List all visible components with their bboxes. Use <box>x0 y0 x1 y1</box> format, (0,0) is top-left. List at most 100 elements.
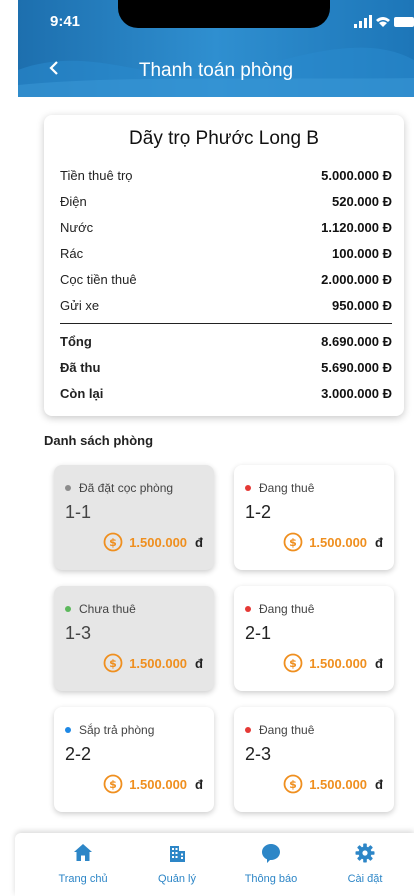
room-card[interactable]: Chưa thuê 1-3 $ 1.500.000 đ <box>54 586 214 691</box>
summary-remaining-value: 3.000.000 Đ <box>321 386 392 401</box>
room-card[interactable]: Đang thuê 2-3 $ 1.500.000 đ <box>234 707 394 812</box>
room-amount: 1.500.000 <box>309 534 368 550</box>
room-status-label: Sắp trả phòng <box>79 723 155 737</box>
svg-text:$: $ <box>289 536 297 549</box>
room-name: 2-1 <box>245 623 272 643</box>
page-title: Thanh toán phòng <box>138 60 294 81</box>
room-amount: 1.500.000 <box>129 655 188 671</box>
status-dot <box>65 727 71 733</box>
nav-label: Cài đặt <box>347 873 383 885</box>
nav-item-notifications[interactable]: Thông báo <box>231 833 311 896</box>
chat-bubble-icon <box>262 844 280 863</box>
status-dot <box>245 485 251 491</box>
summary-row: Rác 100.000 Đ <box>60 246 392 264</box>
status-dot <box>65 485 71 491</box>
svg-text:$: $ <box>109 536 117 549</box>
room-amount: 1.500.000 <box>129 534 188 550</box>
summary-row-label: Nước <box>60 220 94 235</box>
room-price: $ 1.500.000 đ <box>103 773 203 795</box>
room-status: Đang thuê <box>245 723 314 737</box>
summary-row: Điện 520.000 Đ <box>60 194 392 212</box>
coin-icon: $ <box>103 774 123 794</box>
device-notch <box>118 0 330 28</box>
coin-icon: $ <box>283 653 303 673</box>
summary-remaining-label: Còn lại <box>60 386 104 401</box>
wifi-icon <box>376 17 390 27</box>
status-dot <box>245 727 251 733</box>
room-currency: đ <box>195 655 203 671</box>
nav-label: Thông báo <box>244 873 298 885</box>
summary-total-value: 8.690.000 Đ <box>321 334 392 349</box>
summary-paid-label: Đã thu <box>60 360 101 375</box>
summary-total-row: Tổng 8.690.000 Đ <box>60 334 392 352</box>
coin-icon: $ <box>103 532 123 552</box>
summary-row-value: 1.120.000 Đ <box>321 220 392 235</box>
room-price: $ 1.500.000 đ <box>283 652 383 674</box>
coin-icon: $ <box>103 653 123 673</box>
coin-icon: $ <box>283 774 303 794</box>
summary-title: Dãy trọ Phước Long B <box>129 128 319 149</box>
room-name: 2-2 <box>65 744 92 764</box>
signal-icon <box>354 24 357 28</box>
room-status-label: Đã đặt cọc phòng <box>79 481 174 495</box>
room-price: $ 1.500.000 đ <box>103 652 203 674</box>
summary-paid-value: 5.690.000 Đ <box>321 360 392 375</box>
gear-icon <box>355 843 375 863</box>
summary-row-label: Rác <box>60 246 84 261</box>
room-price: $ 1.500.000 đ <box>103 531 203 553</box>
room-status-label: Đang thuê <box>259 602 315 616</box>
room-name: 1-1 <box>65 502 92 522</box>
room-currency: đ <box>375 534 383 550</box>
room-name: 2-3 <box>245 744 272 764</box>
room-status-label: Chưa thuê <box>79 602 136 616</box>
room-amount: 1.500.000 <box>309 655 368 671</box>
room-amount: 1.500.000 <box>309 776 368 792</box>
summary-row-value: 520.000 Đ <box>332 194 392 209</box>
room-card[interactable]: Sắp trả phòng 2-2 $ 1.500.000 đ <box>54 707 214 812</box>
summary-total-label: Tổng <box>60 334 92 349</box>
rooms-section-title: Danh sách phòng <box>44 433 154 448</box>
summary-row-label: Gửi xe <box>60 298 100 313</box>
summary-divider <box>60 323 392 324</box>
room-status: Chưa thuê <box>65 602 136 616</box>
home-icon <box>74 844 92 861</box>
svg-text:$: $ <box>109 778 117 791</box>
status-dot <box>65 606 71 612</box>
nav-item-settings[interactable]: Cài đặt <box>325 833 405 896</box>
room-currency: đ <box>375 776 383 792</box>
header: 9:41 Thanh toán phòng <box>18 0 414 97</box>
building-icon <box>170 846 185 862</box>
summary-row: Gửi xe 950.000 Đ <box>60 298 392 316</box>
status-time: 9:41 <box>50 13 81 30</box>
room-status-label: Đang thuê <box>259 481 315 495</box>
nav-label: Quản lý <box>158 873 196 885</box>
summary-card: Dãy trọ Phước Long B Tiền thuê trọ 5.000… <box>44 115 404 416</box>
summary-row-value: 5.000.000 Đ <box>321 168 392 183</box>
summary-row-label: Cọc tiền thuê <box>60 272 137 287</box>
room-status: Sắp trả phòng <box>65 723 154 737</box>
summary-row: Cọc tiền thuê 2.000.000 Đ <box>60 272 392 290</box>
summary-paid-row: Đã thu 5.690.000 Đ <box>60 360 392 378</box>
status-dot <box>245 606 251 612</box>
nav-item-manage[interactable]: Quản lý <box>137 833 217 896</box>
bottom-nav: Trang chủ Quản lý Thông báo Cài đặt <box>15 833 414 896</box>
summary-remaining-row: Còn lại 3.000.000 Đ <box>60 386 392 404</box>
room-status-label: Đang thuê <box>259 723 315 737</box>
room-card[interactable]: Đã đặt cọc phòng 1-1 $ 1.500.000 đ <box>54 465 214 570</box>
room-card[interactable]: Đang thuê 2-1 $ 1.500.000 đ <box>234 586 394 691</box>
svg-text:$: $ <box>289 657 297 670</box>
nav-item-home[interactable]: Trang chủ <box>43 833 123 896</box>
app-screen: 9:41 Thanh toán phòng Dãy trọ Phước Long… <box>0 0 414 896</box>
room-name: 1-2 <box>245 502 272 522</box>
room-price: $ 1.500.000 đ <box>283 773 383 795</box>
svg-text:$: $ <box>289 778 297 791</box>
nav-label: Trang chủ <box>58 873 108 885</box>
summary-row-label: Điện <box>60 194 87 209</box>
room-status: Đang thuê <box>245 602 314 616</box>
room-status: Đang thuê <box>245 481 314 495</box>
summary-row-value: 950.000 Đ <box>332 298 392 313</box>
coin-icon: $ <box>283 532 303 552</box>
room-card[interactable]: Đang thuê 1-2 $ 1.500.000 đ <box>234 465 394 570</box>
summary-row: Tiền thuê trọ 5.000.000 Đ <box>60 168 392 186</box>
summary-row-value: 2.000.000 Đ <box>321 272 392 287</box>
